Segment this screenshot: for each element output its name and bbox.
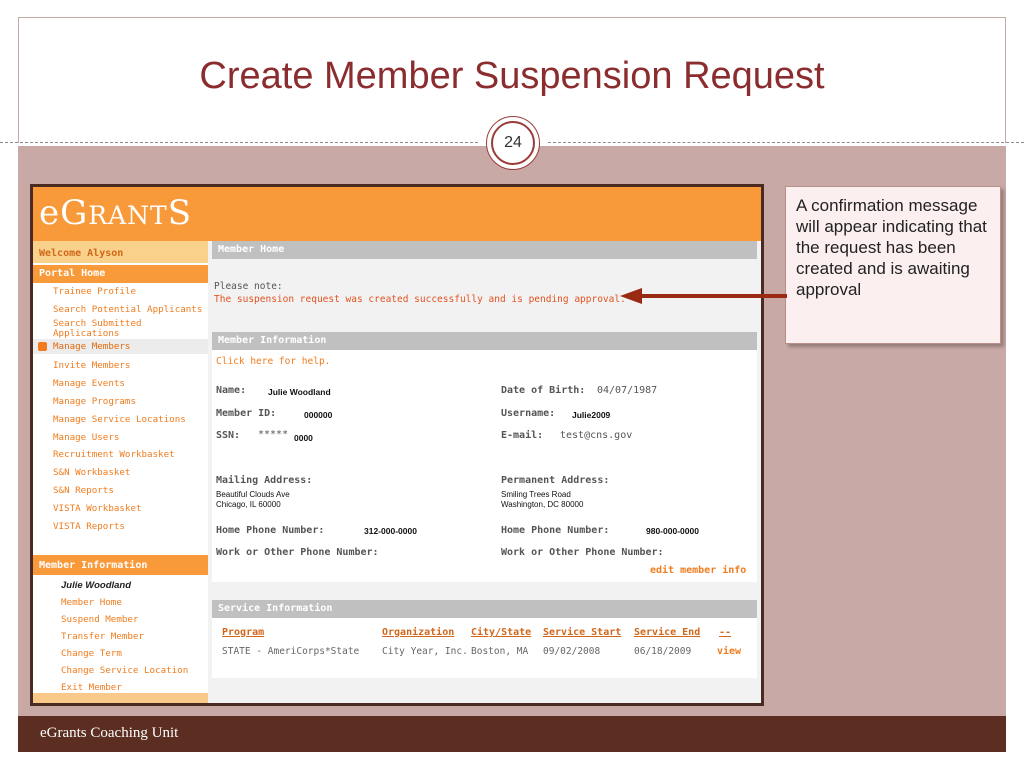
logo-e: e xyxy=(39,193,61,233)
permanent-address-line2: Washington, DC 80000 xyxy=(501,500,584,509)
page-number-badge: 24 xyxy=(486,116,540,170)
egrants-window: eGRANTS Welcome Alyson Portal Home Train… xyxy=(30,184,764,706)
perm-home-phone-label: Home Phone Number: xyxy=(501,525,610,536)
col-service-end[interactable]: Service End xyxy=(634,627,700,638)
member-id-label: Member ID: xyxy=(216,408,277,419)
mailing-address-line2: Chicago, IL 60000 xyxy=(216,500,281,509)
sidebar-item-change-term[interactable]: Change Term xyxy=(61,648,208,659)
welcome-label: Welcome Alyson xyxy=(33,241,208,263)
sidebar-item-suspend-member[interactable]: Suspend Member xyxy=(61,614,208,625)
sidebar-item-member-home[interactable]: Member Home xyxy=(61,597,208,608)
sidebar-item-recruitment-workbasket[interactable]: Recruitment Workbasket xyxy=(53,450,208,460)
sidebar-item-search-potential-applicants[interactable]: Search Potential Applicants xyxy=(53,305,208,315)
sidebar-member-name: Julie Woodland xyxy=(61,580,132,591)
sidebar-item-manage-programs[interactable]: Manage Programs xyxy=(53,397,208,407)
arrow-shaft xyxy=(640,294,787,298)
service-information-panel: Program Organization City/State Service … xyxy=(212,618,757,678)
sidebar-item-sn-workbasket[interactable]: S&N Workbasket xyxy=(53,468,208,478)
ssn-label: SSN: xyxy=(216,430,241,441)
col-organization[interactable]: Organization xyxy=(382,627,454,638)
sidebar-item-invite-members[interactable]: Invite Members xyxy=(53,361,208,371)
col-city-state[interactable]: City/State xyxy=(471,627,531,638)
logo-rant: RANT xyxy=(88,201,168,230)
sidebar-item-manage-members[interactable]: Manage Members xyxy=(33,339,208,354)
cell-city-state: Boston, MA xyxy=(471,646,529,657)
page-number: 24 xyxy=(491,121,535,165)
ssn-mask: ***** xyxy=(258,429,289,440)
sidebar-item-label: Manage Members xyxy=(53,341,131,352)
cell-service-end: 06/18/2009 xyxy=(634,646,692,657)
sidebar-member-information-head: Member Information xyxy=(33,555,208,575)
service-information-header: Service Information xyxy=(212,600,757,618)
app-banner: eGRANTS xyxy=(33,187,761,241)
edit-member-info-link[interactable]: edit member info xyxy=(650,565,746,576)
username-label: Username: xyxy=(501,408,556,419)
main-content: Member Home Please note: The suspension … xyxy=(212,241,761,703)
callout-box: A confirmation message will appear indic… xyxy=(785,186,1001,344)
view-link[interactable]: view xyxy=(717,646,741,657)
member-home-header: Member Home xyxy=(212,241,757,259)
sidebar-item-manage-service-locations[interactable]: Manage Service Locations xyxy=(53,415,208,425)
logo-s: S xyxy=(167,193,193,233)
home-phone-value: 312-000-0000 xyxy=(364,526,417,536)
sidebar-portal-home[interactable]: Portal Home xyxy=(33,265,208,283)
perm-work-phone-label: Work or Other Phone Number: xyxy=(501,547,664,558)
note-label: Please note: xyxy=(214,281,283,292)
slide-title: Create Member Suspension Request xyxy=(199,55,825,97)
divider-left xyxy=(0,142,478,143)
col-action[interactable]: -- xyxy=(719,627,731,638)
sidebar-item-trainee-profile[interactable]: Trainee Profile xyxy=(53,287,208,297)
confirmation-message: The suspension request was created succe… xyxy=(214,294,626,305)
permanent-address-label: Permanent Address: xyxy=(501,475,610,486)
sidebar-item-change-service-location[interactable]: Change Service Location xyxy=(61,665,208,676)
col-program[interactable]: Program xyxy=(222,627,264,638)
slide-footer: eGrants Coaching Unit xyxy=(18,716,1006,752)
permanent-address-line1: Smiling Trees Road xyxy=(501,490,571,499)
arrow-left-icon xyxy=(620,288,642,304)
egrants-logo: eGRANTS xyxy=(39,193,192,233)
sidebar-item-vista-reports[interactable]: VISTA Reports xyxy=(53,522,208,532)
divider-right xyxy=(548,142,1024,143)
sidebar-item-manage-users[interactable]: Manage Users xyxy=(53,433,208,443)
dob-label: Date of Birth: xyxy=(501,385,586,396)
home-phone-label: Home Phone Number: xyxy=(216,525,325,536)
member-information-panel: Click here for help. Name: Julie Woodlan… xyxy=(212,350,757,582)
sidebar-item-transfer-member[interactable]: Transfer Member xyxy=(61,631,208,642)
sidebar-item-vista-workbasket[interactable]: VISTA Workbasket xyxy=(53,504,208,514)
mailing-address-label: Mailing Address: xyxy=(216,475,313,486)
dob-value: 04/07/1987 xyxy=(597,385,658,396)
sidebar-item-manage-events[interactable]: Manage Events xyxy=(53,379,208,389)
sidebar-item-search-submitted-applications[interactable]: Search Submitted Applications xyxy=(53,319,183,339)
sidebar-footer-bar xyxy=(33,693,208,703)
name-value: Julie Woodland xyxy=(268,387,331,397)
cell-organization: City Year, Inc. xyxy=(382,646,468,657)
active-bullet-icon xyxy=(38,342,47,351)
sidebar-item-exit-member[interactable]: Exit Member xyxy=(61,682,208,693)
mailing-address-line1: Beautiful Clouds Ave xyxy=(216,490,290,499)
member-id-value: 000000 xyxy=(304,410,333,420)
ssn-tail: 0000 xyxy=(294,433,313,443)
sidebar: Welcome Alyson Portal Home Trainee Profi… xyxy=(33,241,208,703)
member-information-header: Member Information xyxy=(212,332,757,350)
logo-g: G xyxy=(60,193,89,233)
footer-text: eGrants Coaching Unit xyxy=(40,725,179,741)
email-label: E-mail: xyxy=(501,430,544,441)
username-value: Julie2009 xyxy=(572,410,611,420)
col-service-start[interactable]: Service Start xyxy=(543,627,621,638)
work-phone-label: Work or Other Phone Number: xyxy=(216,547,379,558)
name-label: Name: xyxy=(216,385,247,396)
email-value: test@cns.gov xyxy=(560,430,633,441)
cell-service-start: 09/02/2008 xyxy=(543,646,601,657)
cell-program: STATE - AmeriCorps*State xyxy=(222,646,360,657)
perm-home-phone-value: 980-000-0000 xyxy=(646,526,699,536)
help-link[interactable]: Click here for help. xyxy=(216,356,330,367)
sidebar-item-sn-reports[interactable]: S&N Reports xyxy=(53,486,208,496)
